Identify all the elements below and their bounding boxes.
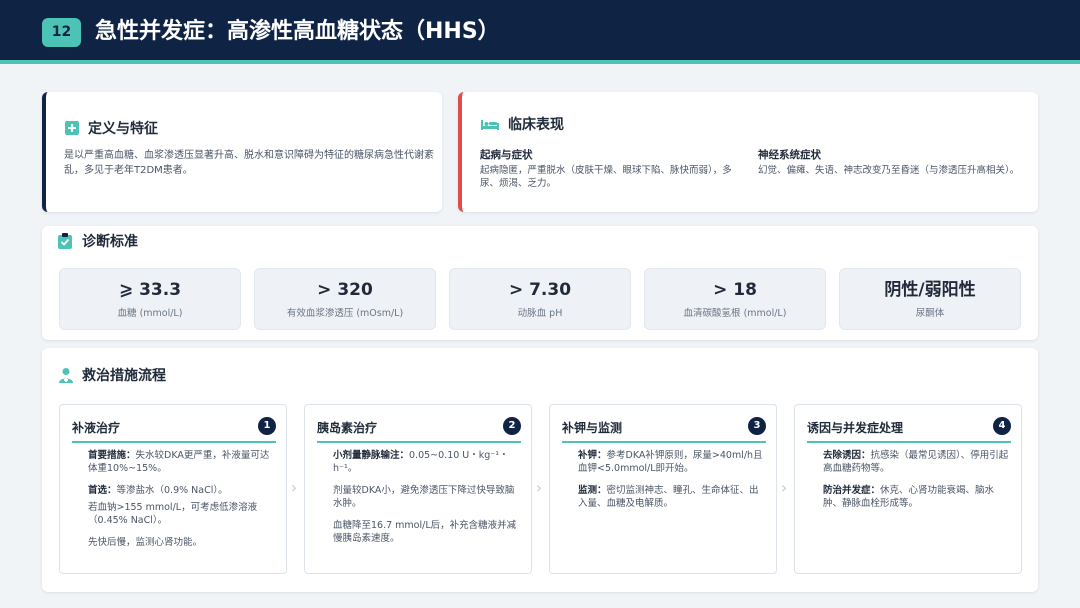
step-item: 剂量较DKA小，避免渗透压下降过快导致脑水肿。 bbox=[333, 485, 515, 509]
clinical-col1-text: 起病隐匿，严重脱水（皮肤干燥、眼球下陷、脉快而弱），多尿、烦渴、乏力。 bbox=[480, 165, 732, 189]
metric-label: 有效血浆渗透压 (mOsm/L) bbox=[286, 308, 404, 319]
header-bar: 12 急性并发症：高渗性高血糖状态（HHS） bbox=[0, 0, 1080, 64]
step-title: 补钾与监测 bbox=[562, 421, 623, 435]
step-title: 补液治疗 bbox=[72, 421, 121, 435]
step-item: 小剂量静脉输注：0.05~0.10 U・kg⁻¹・h⁻¹。 bbox=[333, 450, 509, 474]
step-item: 血糖降至16.7 mmol/L后，补充含糖液并减慢胰岛素速度。 bbox=[333, 520, 517, 544]
metric-label: 尿酮体 bbox=[915, 308, 945, 319]
clinical-col1-title: 起病与症状 bbox=[480, 149, 533, 161]
metric-osmolality: > 320 有效血浆渗透压 (mOsm/L) bbox=[254, 268, 436, 330]
step-number-badge: 2 bbox=[503, 417, 521, 435]
step-number-badge: 4 bbox=[993, 417, 1011, 435]
definition-heading: 定义与特征 bbox=[64, 118, 158, 138]
step-body: 小剂量静脉输注：0.05~0.10 U・kg⁻¹・h⁻¹。 剂量较DKA小，避免… bbox=[333, 449, 523, 554]
metric-value: 阴性/弱阳性 bbox=[884, 280, 976, 300]
definition-title: 定义与特征 bbox=[88, 121, 158, 137]
step-title: 胰岛素治疗 bbox=[317, 421, 378, 435]
metric-arterial-ph: > 7.30 动脉血 pH bbox=[449, 268, 631, 330]
metric-label: 血糖 (mmol/L) bbox=[117, 308, 183, 319]
hospital-bed-icon bbox=[480, 116, 500, 132]
diagnosis-card: 诊断标准 ⩾ 33.3 血糖 (mmol/L) > 320 有效血浆渗透压 (m… bbox=[42, 226, 1038, 340]
step-title: 诱因与并发症处理 bbox=[807, 421, 904, 435]
chevron-right-icon: › bbox=[780, 478, 788, 497]
step-body: 补钾：参考DKA补钾原则，尿量>40ml/h且血钾<5.0mmol/L即开始。 … bbox=[578, 449, 768, 519]
clinical-title: 临床表现 bbox=[508, 117, 564, 133]
step-body: 去除诱因：抗感染（最常见诱因）、停用引起高血糖药物等。 防治并发症：休克、心肾功… bbox=[823, 449, 1013, 519]
step-item: 首要措施：失水较DKA更严重，补液量可达体重10%~15%。 bbox=[88, 450, 270, 474]
metric-value: > 320 bbox=[317, 280, 373, 300]
step-item: 若血钠>155 mmol/L，可考虑低渗溶液（0.45% NaCl）。 bbox=[88, 502, 258, 526]
metric-value: > 18 bbox=[713, 280, 757, 300]
step-item: 去除诱因：抗感染（最常见诱因）、停用引起高血糖药物等。 bbox=[823, 450, 1009, 474]
chevron-right-icon: › bbox=[290, 478, 298, 497]
step-header: 补钾与监测 3 bbox=[562, 417, 766, 443]
page-number-badge: 12 bbox=[42, 18, 81, 47]
doctor-icon bbox=[58, 367, 74, 383]
step-header: 补液治疗 1 bbox=[72, 417, 276, 443]
metric-label: 血清碳酸氢根 (mmol/L) bbox=[683, 308, 787, 319]
step-item: 监测：密切监测神志、瞳孔、生命体征、出入量、血糖及电解质。 bbox=[578, 485, 759, 509]
treatment-card: 救治措施流程 补液治疗 1 首要措施：失水较DKA更严重，补液量可达体重10%~… bbox=[42, 348, 1038, 592]
metric-value: ⩾ 33.3 bbox=[118, 280, 182, 300]
step-item: 首选：等渗盐水（0.9% NaCl）。 bbox=[88, 485, 228, 496]
definition-card: 定义与特征 是以严重高血糖、血浆渗透压显著升高、脱水和意识障碍为特征的糖尿病急性… bbox=[42, 92, 442, 212]
medical-book-icon bbox=[64, 120, 80, 136]
clinical-col2-text: 幻觉、偏瘫、失语、神志改变乃至昏迷（与渗透压升高相关）。 bbox=[758, 165, 1020, 176]
metric-urine-ketones: 阴性/弱阳性 尿酮体 bbox=[839, 268, 1021, 330]
treatment-heading: 救治措施流程 bbox=[58, 365, 166, 385]
clinical-card: 临床表现 起病与症状 起病隐匿，严重脱水（皮肤干燥、眼球下陷、脉快而弱），多尿、… bbox=[458, 92, 1038, 212]
step-number-badge: 1 bbox=[258, 417, 276, 435]
step-item: 防治并发症：休克、心肾功能衰竭、脑水肿、静脉血栓形成等。 bbox=[823, 485, 995, 509]
step-header: 诱因与并发症处理 4 bbox=[807, 417, 1011, 443]
step-body: 首要措施：失水较DKA更严重，补液量可达体重10%~15%。 首选：等渗盐水（0… bbox=[88, 449, 278, 558]
treatment-step-fluid: 补液治疗 1 首要措施：失水较DKA更严重，补液量可达体重10%~15%。 首选… bbox=[59, 404, 287, 574]
page-title: 急性并发症：高渗性高血糖状态（HHS） bbox=[95, 19, 500, 44]
metric-value: > 7.30 bbox=[508, 280, 572, 300]
step-item: 补钾：参考DKA补钾原则，尿量>40ml/h且血钾<5.0mmol/L即开始。 bbox=[578, 450, 763, 474]
treatment-title: 救治措施流程 bbox=[82, 368, 166, 384]
step-number-badge: 3 bbox=[748, 417, 766, 435]
clinical-col2-title: 神经系统症状 bbox=[758, 149, 821, 161]
step-header: 胰岛素治疗 2 bbox=[317, 417, 521, 443]
step-item: 先快后慢，监测心肾功能。 bbox=[88, 537, 203, 548]
clipboard-check-icon bbox=[58, 233, 74, 249]
treatment-step-triggers: 诱因与并发症处理 4 去除诱因：抗感染（最常见诱因）、停用引起高血糖药物等。 防… bbox=[794, 404, 1022, 574]
definition-text: 是以严重高血糖、血浆渗透压显著升高、脱水和意识障碍为特征的糖尿病急性代谢紊乱，多… bbox=[64, 150, 434, 176]
diagnosis-heading: 诊断标准 bbox=[58, 231, 138, 251]
metric-label: 动脉血 pH bbox=[517, 308, 563, 319]
diagnosis-title: 诊断标准 bbox=[82, 234, 138, 250]
metric-blood-glucose: ⩾ 33.3 血糖 (mmol/L) bbox=[59, 268, 241, 330]
treatment-step-potassium: 补钾与监测 3 补钾：参考DKA补钾原则，尿量>40ml/h且血钾<5.0mmo… bbox=[549, 404, 777, 574]
treatment-step-insulin: 胰岛素治疗 2 小剂量静脉输注：0.05~0.10 U・kg⁻¹・h⁻¹。 剂量… bbox=[304, 404, 532, 574]
metric-bicarbonate: > 18 血清碳酸氢根 (mmol/L) bbox=[644, 268, 826, 330]
clinical-heading: 临床表现 bbox=[480, 114, 564, 134]
chevron-right-icon: › bbox=[535, 478, 543, 497]
